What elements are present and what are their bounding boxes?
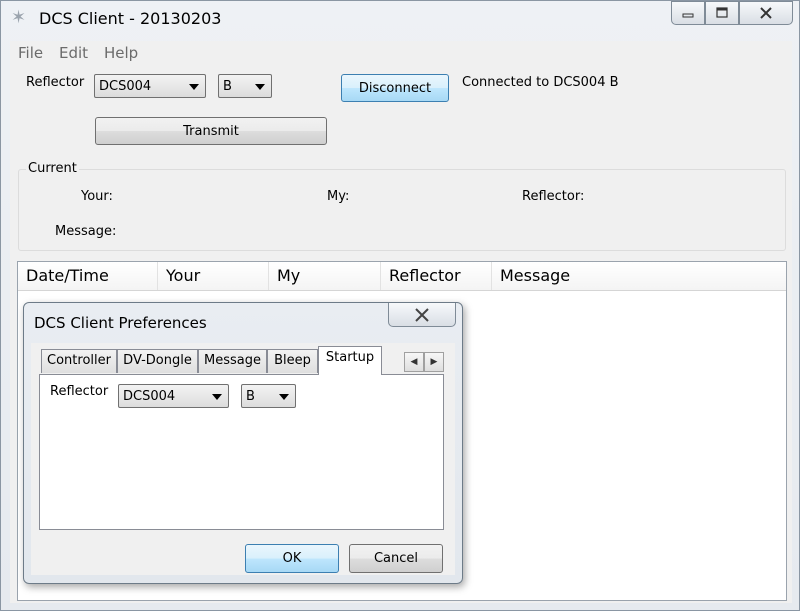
close-icon xyxy=(415,307,429,322)
close-button[interactable] xyxy=(739,1,793,25)
tab-controller[interactable]: Controller xyxy=(41,349,117,373)
menu-file[interactable]: File xyxy=(18,44,43,62)
cancel-button-label: Cancel xyxy=(373,551,419,566)
cancel-button[interactable]: Cancel xyxy=(349,544,443,573)
ok-button-label: OK xyxy=(282,551,302,566)
chevron-down-icon xyxy=(189,84,199,90)
tab-bleep[interactable]: Bleep xyxy=(267,349,318,373)
triangle-left-icon: ◀ xyxy=(410,357,418,367)
tab-scroll-right-button[interactable]: ▶ xyxy=(424,352,444,372)
dialog-close-button[interactable] xyxy=(388,303,456,327)
preferences-dialog: DCS Client Preferences Controller DV-Don… xyxy=(23,302,463,584)
column-header-datetime[interactable]: Date/Time xyxy=(18,262,158,290)
window-title: DCS Client - 20130203 xyxy=(39,9,222,28)
minimize-icon xyxy=(682,13,694,18)
disconnect-button-label: Disconnect xyxy=(358,80,432,96)
triangle-right-icon: ▶ xyxy=(430,357,438,367)
startup-reflector-select[interactable]: DCS004 xyxy=(118,384,229,408)
caption-buttons xyxy=(671,1,793,25)
column-header-your[interactable]: Your xyxy=(158,262,269,290)
maximize-icon xyxy=(716,7,728,18)
module-select-value: B xyxy=(223,79,232,94)
log-list-header: Date/Time Your My Reflector Message xyxy=(18,262,786,291)
column-header-reflector[interactable]: Reflector xyxy=(381,262,492,290)
tab-dv-dongle[interactable]: DV-Dongle xyxy=(117,349,198,373)
dialog-title: DCS Client Preferences xyxy=(34,314,207,332)
menu-help[interactable]: Help xyxy=(104,44,138,62)
dialog-client-area: Controller DV-Dongle Message Bleep Start… xyxy=(31,343,455,575)
current-group-title: Current xyxy=(26,161,79,176)
minimize-button[interactable] xyxy=(671,1,705,25)
connection-status: Connected to DCS004 B xyxy=(462,75,619,90)
disconnect-button[interactable]: Disconnect xyxy=(341,74,449,102)
your-label: Your: xyxy=(81,189,113,204)
chevron-down-icon xyxy=(279,394,289,400)
maximize-button[interactable] xyxy=(705,1,739,25)
ok-button[interactable]: OK xyxy=(245,544,339,573)
transmit-button[interactable]: Transmit xyxy=(95,117,327,145)
tab-startup[interactable]: Startup xyxy=(318,346,382,375)
menu-bar: File Edit Help xyxy=(10,41,792,65)
close-icon xyxy=(760,7,772,19)
tab-message[interactable]: Message xyxy=(198,349,267,373)
startup-reflector-label: Reflector xyxy=(50,384,109,399)
message-label: Message: xyxy=(55,224,117,239)
chevron-down-icon xyxy=(255,84,265,90)
startup-module-value: B xyxy=(246,389,255,404)
my-label: My: xyxy=(327,189,350,204)
tab-scroll-left-button[interactable]: ◀ xyxy=(404,352,424,372)
startup-module-select[interactable]: B xyxy=(241,384,296,408)
current-group xyxy=(18,169,786,251)
chevron-down-icon xyxy=(212,394,222,400)
current-reflector-label: Reflector: xyxy=(522,189,585,204)
column-header-my[interactable]: My xyxy=(269,262,381,290)
app-icon: ✶ xyxy=(11,7,27,28)
column-header-message[interactable]: Message xyxy=(492,262,786,290)
transmit-button-label: Transmit xyxy=(183,123,239,139)
startup-reflector-value: DCS004 xyxy=(123,389,176,404)
reflector-select[interactable]: DCS004 xyxy=(94,74,206,98)
reflector-select-value: DCS004 xyxy=(99,79,152,94)
title-bar[interactable]: ✶ DCS Client - 20130203 xyxy=(1,1,799,37)
menu-edit[interactable]: Edit xyxy=(59,44,88,62)
module-select[interactable]: B xyxy=(218,74,272,98)
startup-tab-panel: Reflector DCS004 B xyxy=(39,374,444,530)
reflector-label: Reflector xyxy=(26,75,85,90)
